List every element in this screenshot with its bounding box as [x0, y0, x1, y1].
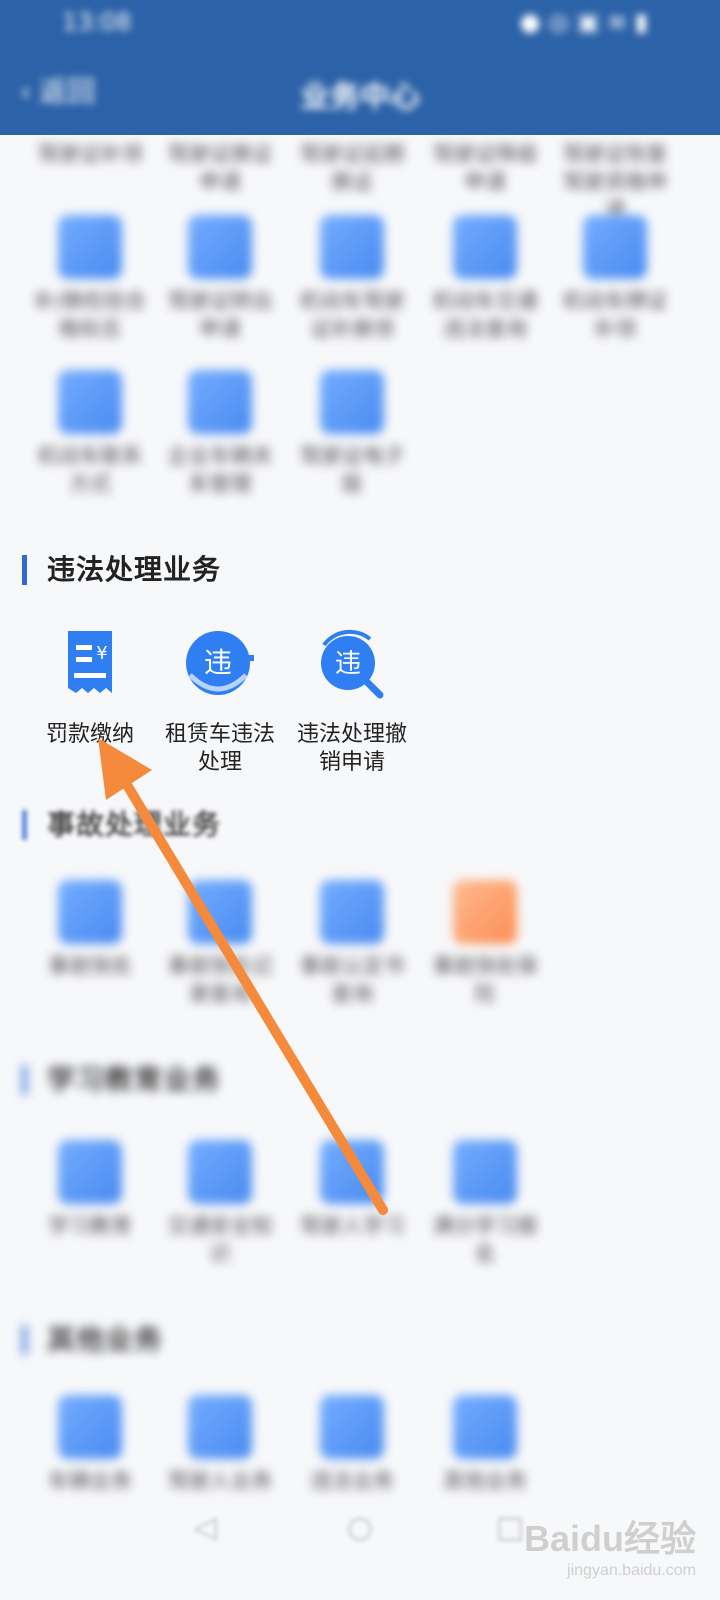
other-section-title: 其他业务	[22, 1325, 163, 1355]
grid-item[interactable]: 驾驶证补领	[30, 140, 150, 168]
service-icon	[320, 1395, 384, 1459]
accident-section-title: 事故处理业务	[22, 810, 221, 840]
grid-item[interactable]: 事故认定书查询	[292, 880, 412, 1008]
grid-item-label: 企业车辆关系管理	[167, 444, 273, 496]
page-title: 业务中心	[300, 80, 420, 115]
violation-badge-icon: 违	[186, 631, 254, 695]
grid-item-label: 驾驶证恢复驾驶资格申请	[562, 142, 668, 222]
grid-item[interactable]: 驾驶证电子版	[292, 370, 412, 498]
rental-violation-button[interactable]: 违 租赁车违法处理	[155, 625, 285, 777]
grid-item-label: 满分学习报名	[432, 1214, 538, 1266]
service-icon	[58, 1395, 122, 1459]
grid-item[interactable]: 其他业务	[425, 1395, 545, 1495]
service-icon	[320, 880, 384, 944]
grid-item[interactable]: 驾驶人学习	[292, 1140, 412, 1240]
grid-item[interactable]: 违法业务	[292, 1395, 412, 1495]
grid-item[interactable]: 驾驶证恢复驾驶资格申请	[555, 140, 675, 224]
svg-text:违: 违	[335, 649, 361, 679]
svg-text:违: 违	[204, 646, 232, 679]
grid-item[interactable]: 机动车联系方式	[30, 370, 150, 498]
grid-item[interactable]: 满分学习报名	[425, 1140, 545, 1268]
service-icon	[320, 215, 384, 279]
grid-item-label: 机动车联系方式	[37, 444, 143, 496]
service-icon	[453, 1395, 517, 1459]
grid-item[interactable]: 补/换检验合格标志	[30, 215, 150, 343]
service-icon	[453, 880, 517, 944]
grid-item[interactable]: 驾驶证转出申请	[160, 215, 280, 343]
grid-item-label: 驾驶证转出申请	[167, 289, 273, 341]
violation-section-title: 违法处理业务	[22, 555, 221, 585]
baidu-watermark: Baidu经验 jingyan.baidu.com	[524, 1510, 696, 1580]
study-section-title: 学习教育业务	[22, 1065, 221, 1095]
grid-item[interactable]: 机动车驾驶证补换领	[292, 215, 412, 343]
service-icon	[320, 1140, 384, 1204]
grid-item[interactable]: 驾驶证降级申请	[425, 140, 545, 196]
grid-item[interactable]: 车辆业务	[30, 1395, 150, 1495]
grid-item-label: 驾驶证降级申请	[432, 142, 538, 194]
grid-item[interactable]: 事故快处	[30, 880, 150, 980]
grid-item-label: 驾驶人学习	[299, 1214, 405, 1238]
nav-back-button[interactable]: ◁	[175, 1510, 235, 1570]
receipt-icon: ¥	[68, 631, 112, 693]
service-icon	[188, 1395, 252, 1459]
grid-item[interactable]: 机动车交通违法查询	[425, 215, 545, 343]
nav-home-button[interactable]: ○	[330, 1510, 390, 1570]
svg-text:¥: ¥	[96, 643, 107, 664]
service-icon	[58, 880, 122, 944]
grid-item-label: 机动车牌证补领	[562, 289, 668, 341]
grid-item-label: 交通安全知识	[167, 1214, 273, 1266]
service-icon	[188, 1140, 252, 1204]
status-bar: 13:08 ● ◎ ▣ ≋ ▮	[0, 0, 720, 50]
grid-item-label: 驾驶证换证申请	[167, 142, 273, 194]
watermark-domain: jingyan.baidu.com	[567, 1562, 696, 1579]
service-icon	[320, 370, 384, 434]
grid-item-label: 事故快处记录查询	[167, 954, 273, 1006]
service-icon	[453, 1140, 517, 1204]
violation-revoke-button[interactable]: 违 违法处理撤销申请	[287, 625, 417, 777]
grid-item-label: 机动车驾驶证补换领	[299, 289, 405, 341]
status-time: 13:08	[62, 8, 132, 36]
service-icon	[188, 880, 252, 944]
service-icon	[58, 215, 122, 279]
violation-revoke-label: 违法处理撤销申请	[297, 722, 408, 775]
grid-item[interactable]: 驾驶人业务	[160, 1395, 280, 1495]
service-icon	[58, 1140, 122, 1204]
rental-violation-label: 租赁车违法处理	[164, 722, 275, 775]
grid-item-label: 机动车交通违法查询	[432, 289, 538, 341]
grid-item[interactable]: 驾驶证延期换证	[292, 140, 412, 196]
grid-item-label: 驾驶证电子版	[299, 444, 405, 496]
app-header: 13:08 ● ◎ ▣ ≋ ▮ ‹ 返回 业务中心	[0, 0, 720, 135]
service-icon	[188, 215, 252, 279]
grid-item-label: 驾驶证补领	[37, 142, 143, 166]
status-icons: ● ◎ ▣ ≋ ▮	[519, 8, 648, 36]
fine-payment-label: 罚款缴纳	[45, 722, 134, 747]
grid-item-label: 学习教育	[48, 1214, 132, 1238]
fine-payment-button[interactable]: ¥ 罚款缴纳	[25, 625, 155, 749]
grid-item-label: 事故认定书查询	[299, 954, 405, 1006]
grid-item[interactable]: 事故快处保险	[425, 880, 545, 1008]
watermark-brand: Baidu经验	[523, 1518, 696, 1559]
grid-item[interactable]: 交通安全知识	[160, 1140, 280, 1268]
content-area: 驾驶证补领 驾驶证换证申请 驾驶证延期换证 驾驶证降级申请 驾驶证恢复驾驶资格申…	[0, 135, 720, 1600]
service-icon	[188, 370, 252, 434]
grid-item-label: 事故快处	[48, 954, 132, 978]
service-icon	[453, 215, 517, 279]
grid-item-label: 驾驶证延期换证	[299, 142, 405, 194]
service-icon	[58, 370, 122, 434]
grid-item[interactable]: 驾驶证换证申请	[160, 140, 280, 196]
violation-search-icon: 违	[321, 629, 384, 699]
grid-item-label: 补/换检验合格标志	[33, 289, 147, 341]
grid-item[interactable]: 机动车牌证补领	[555, 215, 675, 343]
service-icon	[583, 215, 647, 279]
grid-item-label: 事故快处保险	[432, 954, 538, 1006]
grid-item[interactable]: 学习教育	[30, 1140, 150, 1240]
grid-item[interactable]: 企业车辆关系管理	[160, 370, 280, 498]
grid-item[interactable]: 事故快处记录查询	[160, 880, 280, 1008]
